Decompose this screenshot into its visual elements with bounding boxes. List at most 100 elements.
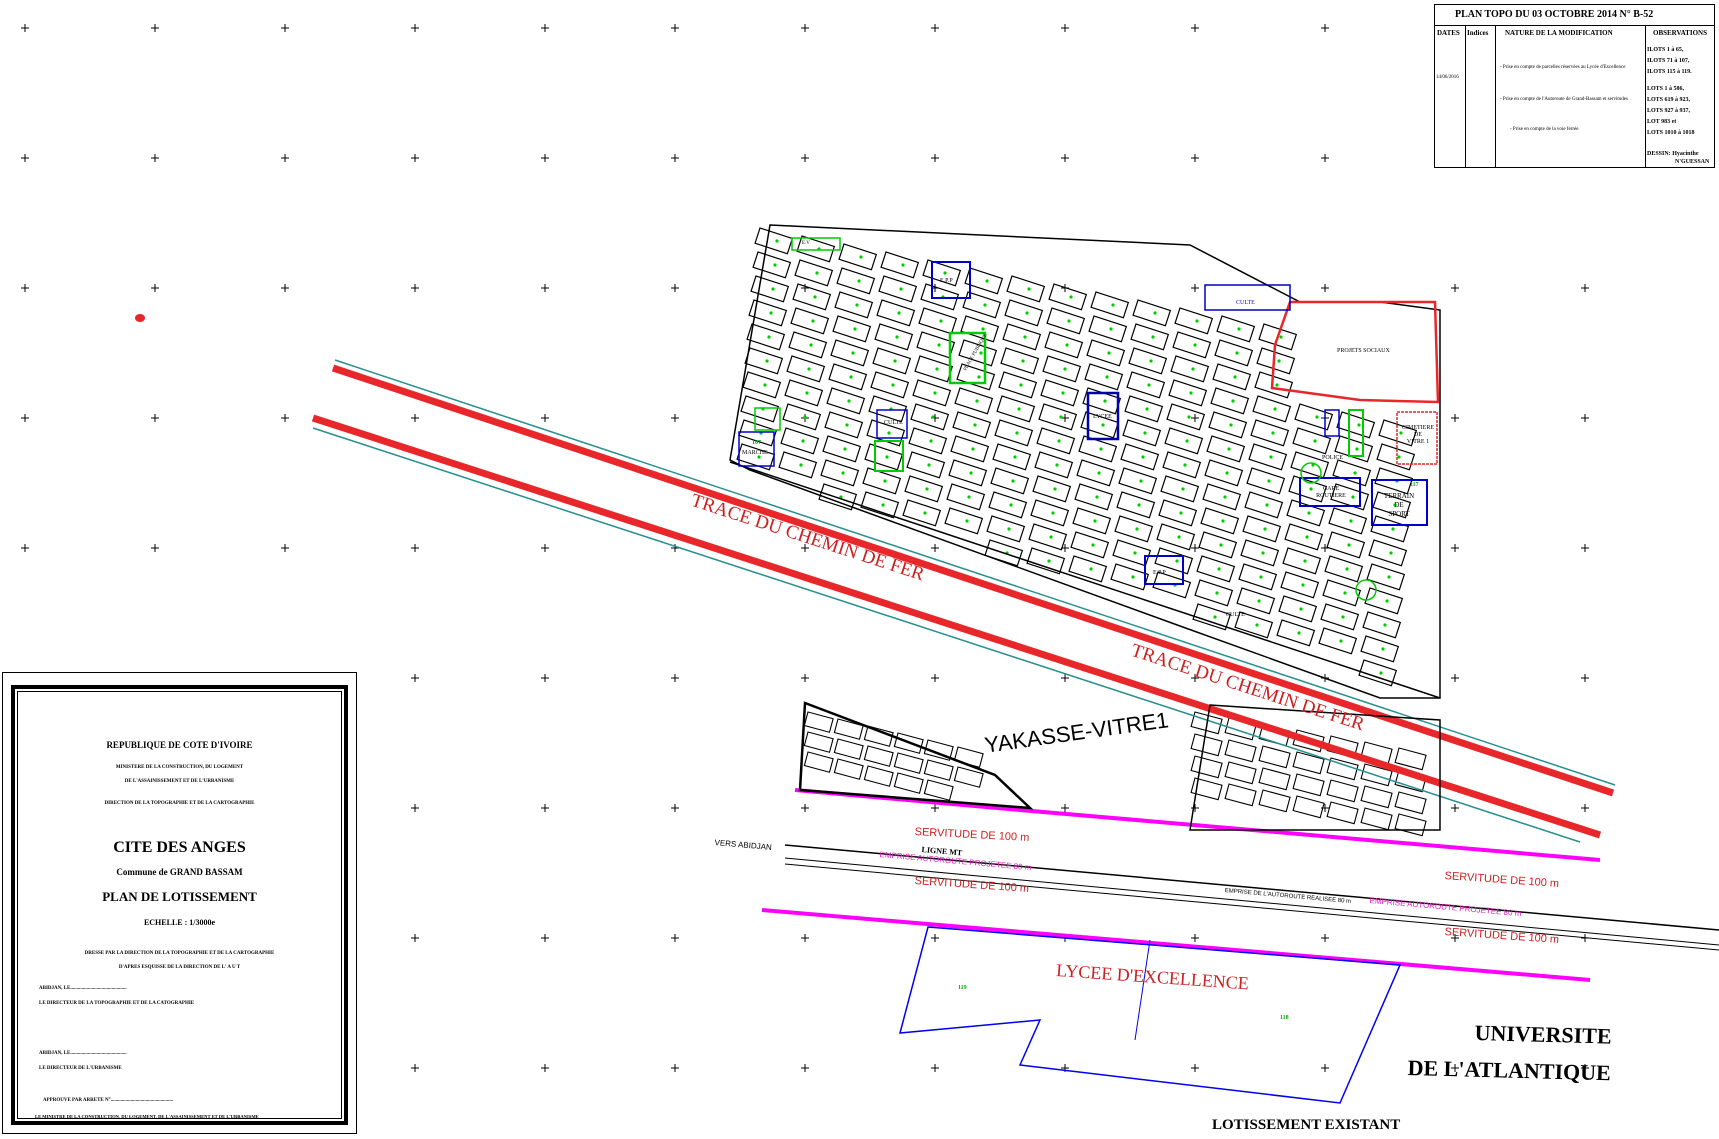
- parcel-block: [1366, 563, 1406, 591]
- modification-3: - Prise en compte de la voie ferrée: [1510, 127, 1579, 132]
- parcel-block: [1044, 331, 1084, 359]
- parcel-block: [1194, 579, 1234, 607]
- block-marker: [1255, 623, 1259, 627]
- block-marker: [1263, 527, 1267, 531]
- parcel-block: [1360, 807, 1393, 831]
- block-marker: [1013, 455, 1017, 459]
- parcel-block: [1360, 785, 1393, 809]
- block-marker: [1379, 671, 1383, 675]
- block-marker: [1315, 415, 1319, 419]
- block-marker: [1353, 471, 1357, 475]
- observation-item: LOTS 1010 à 1018: [1647, 130, 1695, 136]
- parcel-block: [1088, 315, 1128, 343]
- parcel-block: [834, 291, 874, 319]
- block-marker: [1217, 567, 1221, 571]
- block-marker: [1193, 343, 1197, 347]
- block-marker: [1299, 607, 1303, 611]
- parcel-block: [1292, 751, 1325, 775]
- market-label: MARCHE: [742, 450, 768, 456]
- commune-label: Commune de GRAND BASSAM: [116, 867, 243, 877]
- parcel-block: [784, 379, 824, 407]
- block-marker: [1223, 495, 1227, 499]
- block-marker: [1189, 391, 1193, 395]
- parcel-block: [1042, 355, 1082, 383]
- parcel-block: [1190, 755, 1223, 779]
- block-marker: [1067, 319, 1071, 323]
- parcel-block: [948, 459, 988, 487]
- parcel-block: [750, 275, 790, 303]
- grid-cross: [1191, 284, 1199, 292]
- grid-cross: [1061, 804, 1069, 812]
- grid-cross: [1581, 674, 1589, 682]
- title-block: REPUBLIQUE DE COTE D'IVOIRE MINISTERE DE…: [2, 672, 357, 1134]
- block-marker: [841, 471, 845, 475]
- parcel-block: [1126, 371, 1166, 399]
- culte-parcel-north: [1204, 284, 1291, 311]
- block-marker: [859, 255, 863, 259]
- observation-item: LOT 983 et: [1647, 119, 1677, 125]
- parcel-block: [1068, 555, 1108, 583]
- grid-cross: [1191, 544, 1199, 552]
- parcel-block: [1174, 307, 1214, 335]
- dresse-line-2: D'APRES ESQUISSE DE LA DIRECTION DE L' A…: [118, 965, 241, 970]
- parcel-block: [1250, 419, 1290, 447]
- block-marker: [1007, 527, 1011, 531]
- parcel-block: [1236, 587, 1276, 615]
- block-marker: [1091, 543, 1095, 547]
- parcel-block: [1190, 733, 1223, 757]
- parcel-block: [988, 491, 1028, 519]
- grid-cross: [1451, 674, 1459, 682]
- block-marker: [775, 239, 779, 243]
- block-marker: [1305, 535, 1309, 539]
- block-marker: [895, 335, 899, 339]
- parcel-block: [990, 467, 1030, 495]
- parcel-block: [1212, 363, 1252, 391]
- grid-cross: [281, 154, 289, 162]
- parcel-block: [1130, 323, 1170, 351]
- parcel-block: [1076, 459, 1116, 487]
- block-marker: [893, 359, 897, 363]
- block-marker: [923, 511, 927, 515]
- table-title: PLAN TOPO DU 03 OCTOBRE 2014 N° B-52: [1435, 5, 1714, 26]
- block-marker: [1131, 575, 1135, 579]
- column-dates: [1435, 25, 1466, 167]
- cite-title: CITE DES ANGES: [113, 839, 246, 856]
- block-marker: [881, 503, 885, 507]
- grid-cross: [281, 414, 289, 422]
- grid-cross: [411, 1064, 419, 1072]
- observations-list: ILOTS 1 à 65, ILOTS 71 à 107, ILOTS 115 …: [1647, 45, 1695, 139]
- block-marker: [1017, 407, 1021, 411]
- header-nature: NATURE DE LA MODIFICATION: [1505, 29, 1613, 37]
- grid-cross: [931, 934, 939, 942]
- parcel-block: [874, 323, 914, 351]
- parcel-block: [1206, 435, 1246, 463]
- parcel-block: [820, 459, 860, 487]
- block-marker: [1233, 375, 1237, 379]
- lycee-parcel-divider: [1134, 939, 1151, 1041]
- grid-cross: [671, 934, 679, 942]
- parcel-block: [946, 483, 986, 511]
- block-marker: [973, 423, 977, 427]
- parcel-block: [863, 725, 894, 747]
- parcel-block: [1124, 395, 1164, 423]
- sport-field-label: TERRAIN DE SPORT: [1383, 492, 1415, 518]
- parcel-block: [1246, 467, 1286, 495]
- parcel-block: [1292, 795, 1325, 819]
- grid-cross: [1451, 804, 1459, 812]
- parcel-block: [1216, 315, 1256, 343]
- parcel-block: [1326, 531, 1366, 559]
- parcel-block: [962, 291, 1002, 319]
- parcel-block: [1284, 523, 1324, 551]
- block-marker: [971, 447, 975, 451]
- block-marker: [1181, 487, 1185, 491]
- parcel-block: [1162, 451, 1202, 479]
- block-marker: [815, 271, 819, 275]
- parcel-block: [1282, 547, 1322, 575]
- echelle-label: ECHELLE : 1/3000e: [143, 918, 216, 927]
- parcel-block: [1000, 347, 1040, 375]
- block-marker: [853, 327, 857, 331]
- block-marker: [1103, 399, 1107, 403]
- block-marker: [1227, 447, 1231, 451]
- market-number: 107: [752, 440, 761, 446]
- grid-cross: [671, 154, 679, 162]
